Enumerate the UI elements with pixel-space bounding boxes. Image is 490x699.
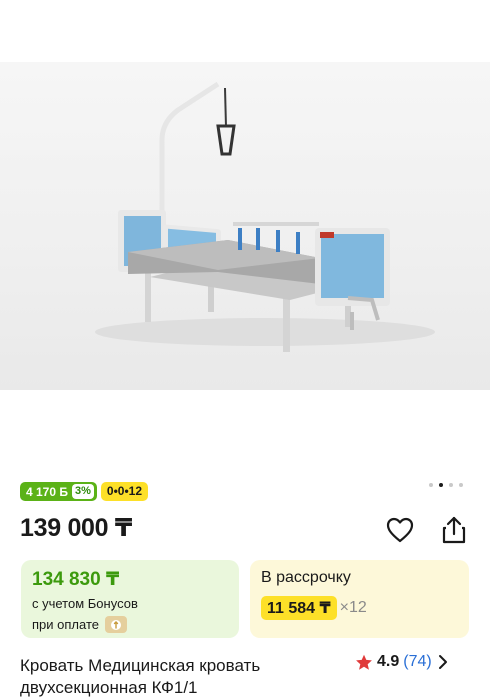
bonus-price: 134 830 ₸ bbox=[32, 569, 120, 590]
rating-score: 4.9 bbox=[377, 653, 400, 670]
gallery-page-indicator bbox=[429, 483, 463, 487]
chevron-right-icon bbox=[438, 655, 447, 669]
installment-title: В рассрочку bbox=[261, 569, 351, 586]
page-dot bbox=[449, 483, 453, 487]
installment-row: 11 584 ₸ ×12 bbox=[261, 596, 367, 620]
favorite-button[interactable] bbox=[384, 514, 416, 546]
reviews-count[interactable]: (74) bbox=[403, 653, 431, 671]
bonus-amount: 4 170 Б bbox=[26, 484, 68, 499]
installment-badge[interactable]: 0•0•12 bbox=[100, 482, 149, 501]
bonus-badge[interactable]: 4 170 Б 3% bbox=[20, 482, 97, 501]
page-dot-active bbox=[439, 483, 443, 487]
share-icon bbox=[442, 516, 466, 544]
bonus-price-payment: при оплате bbox=[32, 616, 127, 633]
bonus-price-card[interactable]: 134 830 ₸ с учетом Бонусов при оплате bbox=[21, 560, 239, 638]
bonus-price-caption: с учетом Бонусов bbox=[32, 596, 138, 611]
installment-monthly: 11 584 ₸ bbox=[261, 596, 337, 620]
wallet-icon bbox=[104, 616, 127, 633]
promo-badges: 4 170 Б 3% 0•0•12 bbox=[20, 482, 149, 501]
heart-icon bbox=[386, 517, 414, 543]
page-dot bbox=[459, 483, 463, 487]
bonus-payment-label: при оплате bbox=[32, 617, 99, 632]
share-button[interactable] bbox=[438, 514, 470, 546]
product-photo-medical-bed bbox=[95, 81, 435, 352]
bonus-percent: 3% bbox=[72, 484, 94, 499]
product-price: 139 000 ₸ bbox=[20, 514, 133, 542]
product-rating[interactable]: 4.9 (74) bbox=[355, 653, 450, 671]
star-icon bbox=[356, 654, 372, 670]
product-title: Кровать Медицинская кровать двухсекционн… bbox=[20, 656, 261, 697]
installment-card[interactable]: В рассрочку 11 584 ₸ ×12 bbox=[250, 560, 469, 638]
page-dot bbox=[429, 483, 433, 487]
product-image-gallery[interactable] bbox=[0, 62, 490, 390]
installment-multiplier: ×12 bbox=[339, 599, 367, 616]
